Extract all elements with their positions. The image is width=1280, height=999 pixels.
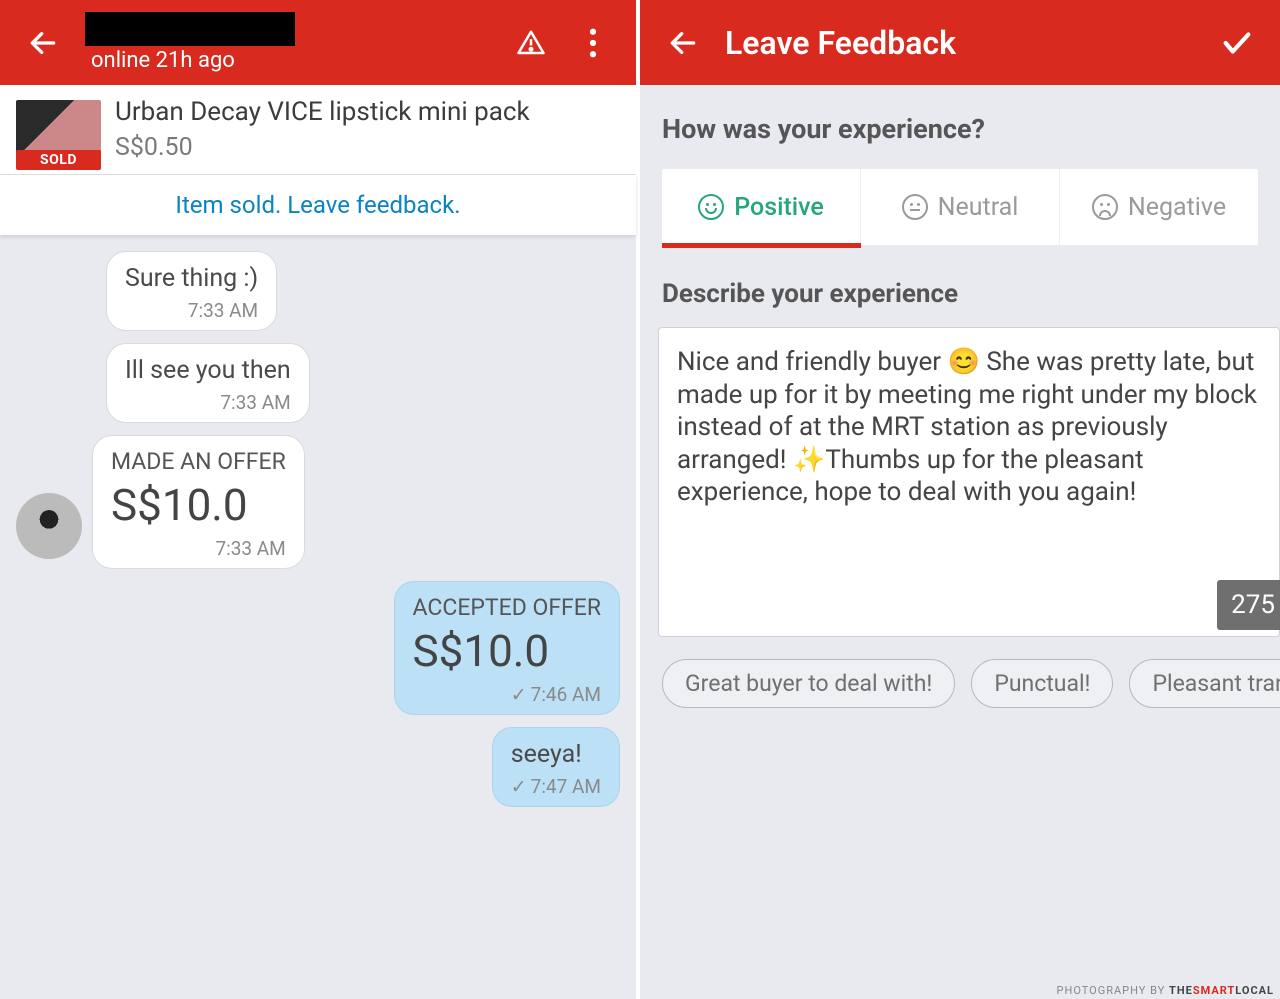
- sad-face-icon: [1092, 194, 1118, 220]
- message-text: Sure thing :): [125, 264, 258, 293]
- feedback-text: Nice and friendly buyer 😊 She was pretty…: [677, 346, 1261, 509]
- product-info: Urban Decay VICE lipstick mini pack S$0.…: [115, 97, 530, 162]
- chat-messages[interactable]: Sure thing :) 7:33 AM Ill see you then 7…: [0, 235, 636, 999]
- tab-neutral[interactable]: Neutral: [860, 169, 1059, 245]
- check-icon: ✓: [511, 683, 527, 706]
- tab-label: Negative: [1128, 193, 1226, 222]
- message-row: Sure thing :) 7:33 AM: [106, 251, 620, 331]
- product-title: Urban Decay VICE lipstick mini pack: [115, 97, 530, 127]
- message-time: ✓7:46 AM: [511, 683, 601, 706]
- page-title: Leave Feedback: [725, 24, 956, 62]
- tab-negative[interactable]: Negative: [1059, 169, 1258, 245]
- more-vertical-icon: [589, 28, 597, 58]
- character-count: 275: [1217, 580, 1280, 630]
- submit-button[interactable]: [1212, 18, 1262, 68]
- message-time: 7:33 AM: [220, 391, 290, 414]
- tab-label: Positive: [734, 193, 824, 222]
- message-time: 7:33 AM: [188, 299, 258, 322]
- username-redacted: [85, 12, 295, 46]
- message-row: MADE AN OFFER S$10.0 7:33 AM: [16, 435, 620, 569]
- offer-amount: S$10.0: [413, 625, 602, 677]
- arrow-left-icon: [667, 27, 699, 59]
- chip-great-buyer[interactable]: Great buyer to deal with!: [662, 659, 955, 708]
- feedback-header: Leave Feedback: [640, 0, 1280, 85]
- feedback-textarea[interactable]: Nice and friendly buyer 😊 She was pretty…: [658, 327, 1280, 637]
- message-text: seeya!: [511, 740, 601, 769]
- message-text: Ill see you then: [125, 356, 291, 385]
- product-thumbnail: SOLD: [16, 100, 101, 160]
- back-button[interactable]: [660, 20, 705, 65]
- active-tab-indicator: [662, 243, 861, 248]
- chat-header: online 21h ago: [0, 0, 636, 85]
- tab-positive[interactable]: Positive: [662, 169, 860, 245]
- product-price: S$0.50: [115, 133, 530, 162]
- smile-icon: [698, 194, 724, 220]
- message-bubble-incoming: Sure thing :) 7:33 AM: [106, 251, 277, 331]
- offer-label: ACCEPTED OFFER: [413, 594, 602, 621]
- message-bubble-outgoing: seeya! ✓7:47 AM: [492, 727, 620, 807]
- tab-label: Neutral: [938, 193, 1019, 222]
- offer-amount: S$10.0: [111, 479, 286, 531]
- check-icon: ✓: [511, 775, 527, 798]
- neutral-face-icon: [902, 194, 928, 220]
- product-bar[interactable]: SOLD Urban Decay VICE lipstick mini pack…: [0, 85, 636, 175]
- feedback-body: How was your experience? Positive Neutra…: [640, 85, 1280, 999]
- message-bubble-incoming: Ill see you then 7:33 AM: [106, 343, 310, 423]
- presence-text: online 21h ago: [85, 48, 500, 73]
- back-button[interactable]: [20, 20, 65, 65]
- user-title-block: online 21h ago: [85, 12, 500, 73]
- describe-label: Describe your experience: [640, 245, 1280, 327]
- warning-triangle-icon: [516, 28, 546, 58]
- sold-badge: SOLD: [16, 150, 101, 170]
- feedback-screen: Leave Feedback How was your experience? …: [640, 0, 1280, 999]
- chip-pleasant[interactable]: Pleasant transactio: [1129, 659, 1280, 708]
- offer-bubble-incoming: MADE AN OFFER S$10.0 7:33 AM: [92, 435, 305, 569]
- arrow-left-icon: [27, 27, 59, 59]
- experience-prompt: How was your experience?: [640, 113, 1280, 169]
- more-options-button[interactable]: [568, 18, 618, 68]
- checkmark-icon: [1220, 26, 1254, 60]
- leave-feedback-link[interactable]: Item sold. Leave feedback.: [0, 175, 636, 235]
- offer-label: MADE AN OFFER: [111, 448, 286, 475]
- message-time: 7:33 AM: [215, 537, 285, 560]
- message-row: ACCEPTED OFFER S$10.0 ✓7:46 AM: [16, 581, 620, 715]
- chat-screen: online 21h ago SOLD Urban Decay VICE lip…: [0, 0, 640, 999]
- chip-punctual[interactable]: Punctual!: [971, 659, 1113, 708]
- offer-bubble-outgoing: ACCEPTED OFFER S$10.0 ✓7:46 AM: [394, 581, 621, 715]
- report-button[interactable]: [506, 18, 556, 68]
- avatar[interactable]: [16, 493, 82, 559]
- message-row: seeya! ✓7:47 AM: [16, 727, 620, 807]
- message-row: Ill see you then 7:33 AM: [106, 343, 620, 423]
- watermark: PHOTOGRAPHY BY THESMARTLOCAL: [1057, 984, 1274, 997]
- message-time: ✓7:47 AM: [511, 775, 601, 798]
- rating-tabs: Positive Neutral Negative: [662, 169, 1258, 245]
- quick-suggestion-chips: Great buyer to deal with! Punctual! Plea…: [640, 637, 1280, 708]
